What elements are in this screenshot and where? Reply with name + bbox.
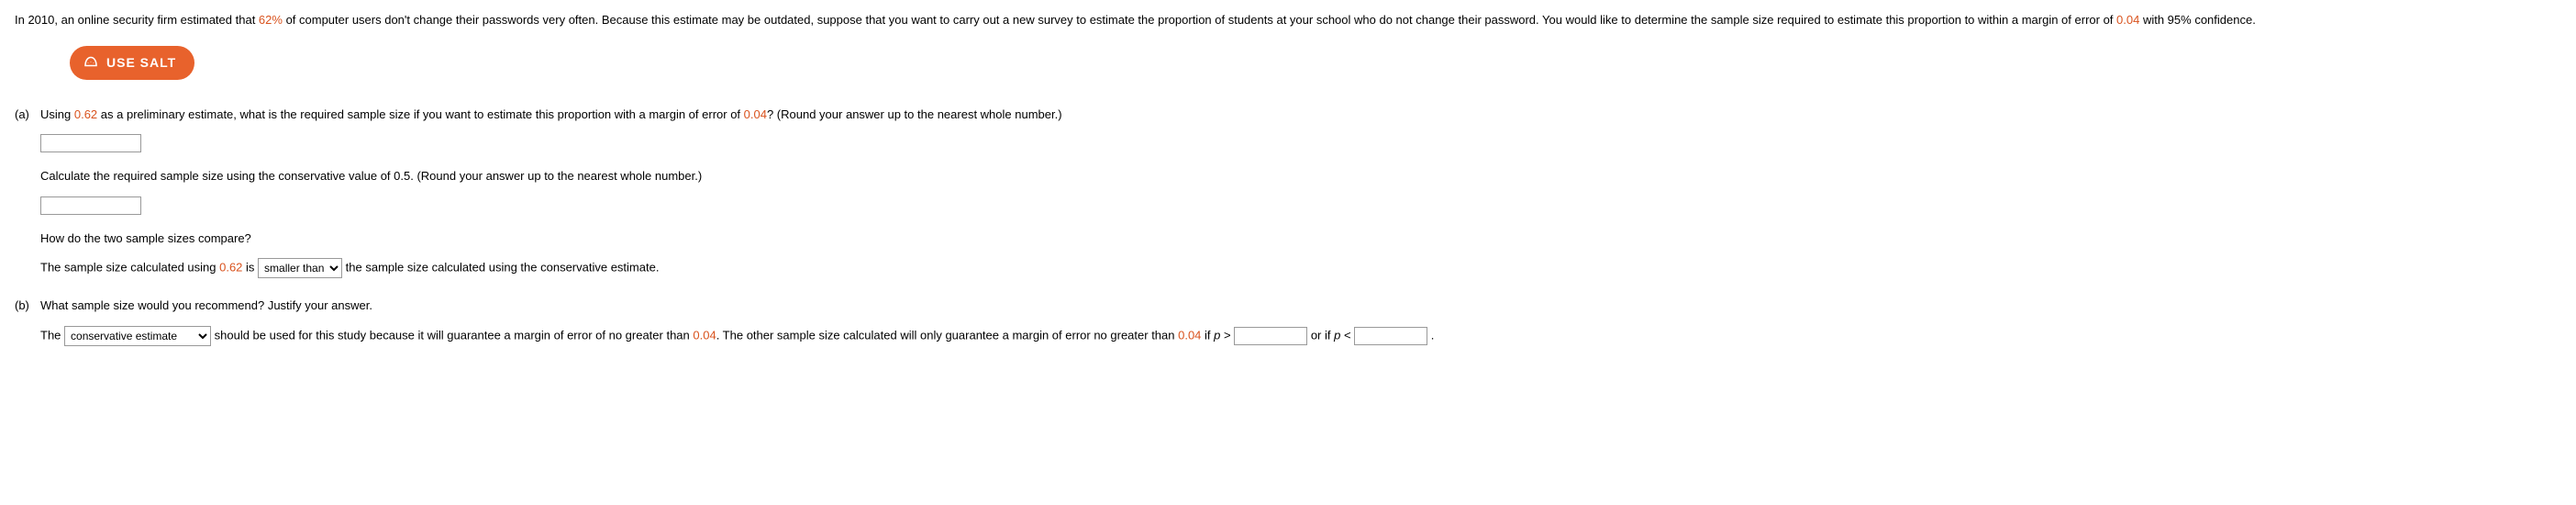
problem-intro: In 2010, an online security firm estimat… [15, 11, 2561, 29]
b-moe2: 0.04 [1178, 328, 1201, 342]
q1-post: ? (Round your answer up to the nearest w… [767, 107, 1062, 121]
intro-text-1: In 2010, an online security firm estimat… [15, 13, 259, 27]
part-b-estimate-select[interactable]: conservative estimate preliminary estima… [64, 326, 211, 346]
q1-moe: 0.04 [744, 107, 767, 121]
salt-icon [83, 53, 106, 73]
intro-text-2: of computer users don't change their pas… [283, 13, 2116, 27]
b-sent-mid2: . The other sample size calculated will … [716, 328, 1178, 342]
part-a-sentence: The sample size calculated using 0.62 is… [40, 258, 2561, 278]
b-moe1: 0.04 [693, 328, 716, 342]
part-a-answer2-input[interactable] [40, 196, 141, 215]
b-sent-mid3: if [1201, 328, 1214, 342]
intro-moe: 0.04 [2116, 13, 2139, 27]
part-a-q2: Calculate the required sample size using… [40, 167, 2561, 185]
part-a: (a) Using 0.62 as a preliminary estimate… [15, 106, 2561, 292]
part-b-sentence: The conservative estimate preliminary es… [40, 326, 2561, 346]
use-salt-button[interactable]: USE SALT [70, 46, 194, 80]
part-a-q1: Using 0.62 as a preliminary estimate, wh… [40, 106, 2561, 124]
b-sent-mid1: should be used for this study because it… [211, 328, 693, 342]
q1-val: 0.62 [74, 107, 97, 121]
sent-pre: The sample size calculated using [40, 260, 219, 274]
intro-text-3: with 95% confidence. [2139, 13, 2255, 27]
gt-sign: > [1220, 328, 1234, 342]
part-b-label: (b) [15, 297, 40, 315]
part-a-compare-select[interactable]: smaller than larger than equal to [258, 258, 342, 278]
part-a-label: (a) [15, 106, 40, 124]
part-b-p-upper-input[interactable] [1234, 327, 1307, 345]
part-a-answer1-input[interactable] [40, 134, 141, 152]
part-b-p-lower-input[interactable] [1354, 327, 1427, 345]
sent-val: 0.62 [219, 260, 242, 274]
sent-post: the sample size calculated using the con… [342, 260, 659, 274]
period: . [1427, 328, 1434, 342]
q1-pre: Using [40, 107, 74, 121]
sent-mid: is [242, 260, 258, 274]
part-b-q1: What sample size would you recommend? Ju… [40, 297, 2561, 315]
part-b: (b) What sample size would you recommend… [15, 297, 2561, 359]
or-text: or if [1307, 328, 1334, 342]
part-a-q3: How do the two sample sizes compare? [40, 230, 2561, 248]
b-sent-pre: The [40, 328, 64, 342]
q1-mid: as a preliminary estimate, what is the r… [97, 107, 743, 121]
lt-sign: < [1340, 328, 1354, 342]
salt-label: USE SALT [106, 55, 176, 70]
intro-pct: 62% [259, 13, 283, 27]
